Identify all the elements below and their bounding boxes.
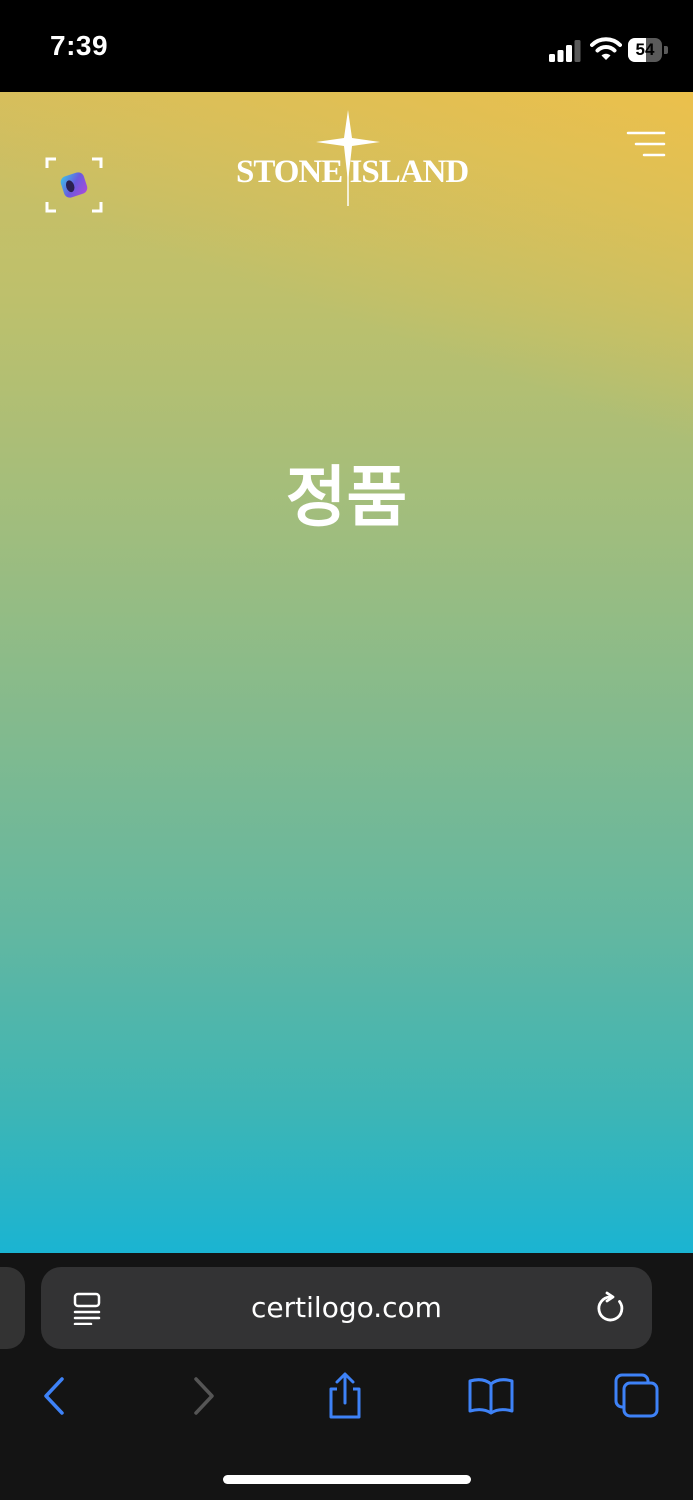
battery-cap bbox=[664, 46, 668, 54]
phone-screen: 7:39 54 STONE ISLAND 정품 certilogo.com bbox=[0, 0, 693, 1500]
back-icon bbox=[44, 1377, 64, 1415]
tabs-icon bbox=[614, 1373, 659, 1418]
status-bar: 7:39 54 bbox=[0, 0, 693, 92]
url-text[interactable]: certilogo.com bbox=[121, 1267, 572, 1349]
reload-icon[interactable] bbox=[593, 1291, 629, 1327]
menu-icon bbox=[626, 131, 666, 157]
scan-button[interactable] bbox=[44, 156, 104, 214]
battery-body: 54 bbox=[628, 38, 662, 62]
brand-name: STONE ISLAND bbox=[236, 154, 469, 190]
battery-level: 54 bbox=[635, 40, 655, 59]
browser-toolbar: certilogo.com bbox=[0, 1253, 693, 1500]
menu-button[interactable] bbox=[624, 130, 668, 160]
scan-icon bbox=[45, 157, 103, 213]
battery-icon: 54 bbox=[628, 38, 668, 62]
brand-logo[interactable]: STONE ISLAND bbox=[236, 110, 469, 206]
status-time: 7:39 bbox=[50, 30, 109, 61]
share-button[interactable] bbox=[320, 1371, 370, 1421]
page-menu-icon[interactable] bbox=[71, 1291, 103, 1325]
home-indicator[interactable] bbox=[223, 1475, 471, 1484]
forward-button[interactable] bbox=[178, 1371, 228, 1421]
signal-icon bbox=[549, 40, 581, 62]
back-button[interactable] bbox=[30, 1371, 80, 1421]
bookmarks-icon bbox=[468, 1378, 514, 1415]
authentic-heading: 정품 bbox=[285, 459, 408, 536]
wifi-icon bbox=[590, 37, 622, 60]
tabs-button[interactable] bbox=[612, 1371, 662, 1421]
address-bar[interactable]: certilogo.com bbox=[41, 1267, 652, 1349]
web-content: STONE ISLAND 정품 bbox=[0, 92, 693, 1253]
bookmarks-button[interactable] bbox=[466, 1371, 516, 1421]
share-icon bbox=[329, 1372, 361, 1419]
forward-icon bbox=[194, 1377, 214, 1415]
previous-tab-peek[interactable] bbox=[0, 1267, 25, 1349]
